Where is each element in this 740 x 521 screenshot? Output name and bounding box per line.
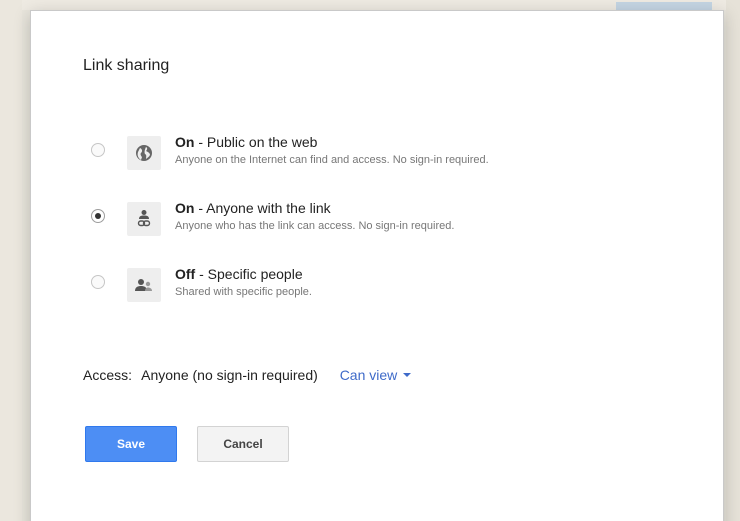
option-description: Shared with specific people.	[175, 286, 312, 298]
radio-specific-people[interactable]	[91, 275, 105, 289]
option-label-text: - Public on the web	[194, 134, 318, 150]
radio-public-on-web[interactable]	[91, 143, 105, 157]
option-label: On - Anyone with the link	[175, 199, 454, 217]
option-state: Off	[175, 266, 196, 282]
cancel-button[interactable]: Cancel	[197, 426, 289, 462]
option-label-text: - Specific people	[195, 266, 303, 282]
dialog-title: Link sharing	[83, 57, 170, 74]
caret-down-icon	[403, 373, 412, 378]
option-text: Off - Specific people Shared with specif…	[175, 265, 312, 300]
permission-dropdown[interactable]: Can view	[340, 367, 412, 383]
option-text: On - Public on the web Anyone on the Int…	[175, 133, 489, 168]
option-description: Anyone who has the link can access. No s…	[175, 220, 455, 232]
access-row: Access: Anyone (no sign-in required) Can…	[83, 367, 412, 383]
map-strip-right	[726, 0, 740, 521]
option-label: On - Public on the web	[175, 133, 489, 151]
radio-anyone-with-link[interactable]	[91, 209, 105, 223]
option-public-on-web[interactable]: On - Public on the web Anyone on the Int…	[83, 133, 683, 177]
save-button[interactable]: Save	[85, 426, 177, 462]
people-icon	[127, 268, 161, 302]
option-label: Off - Specific people	[175, 265, 312, 283]
map-water	[616, 2, 712, 10]
option-text: On - Anyone with the link Anyone who has…	[175, 199, 454, 234]
link-sharing-dialog: Link sharing On - Public on the web Anyo…	[30, 10, 724, 521]
map-strip-left	[0, 0, 22, 521]
option-specific-people[interactable]: Off - Specific people Shared with specif…	[83, 265, 683, 309]
option-state: On	[175, 134, 195, 150]
person-link-icon	[127, 202, 161, 236]
option-anyone-with-link[interactable]: On - Anyone with the link Anyone who has…	[83, 199, 683, 243]
option-state: On	[175, 200, 195, 216]
permission-dropdown-label: Can view	[339, 367, 398, 383]
option-label-text: - Anyone with the link	[194, 200, 331, 216]
globe-icon	[127, 136, 161, 170]
access-value: Anyone (no sign-in required)	[141, 367, 318, 383]
access-label: Access:	[83, 367, 133, 383]
option-description: Anyone on the Internet can find and acce…	[175, 154, 489, 166]
